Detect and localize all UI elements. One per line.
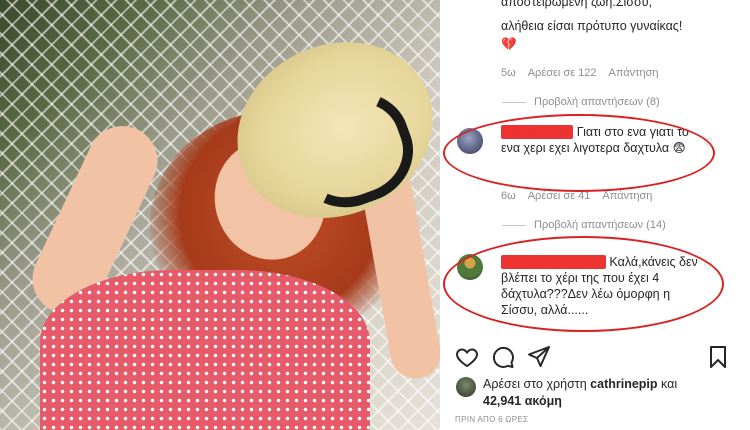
top-comment-meta: 5ω Αρέσει σε 122 Απάντηση	[501, 67, 659, 79]
replies-divider	[502, 101, 526, 103]
view-replies-label: Προβολή απαντήσεων (14)	[534, 219, 666, 231]
action-bar	[455, 345, 730, 373]
likes-summary: Αρέσει στο χρήστη cathrinepip και 42,941…	[483, 376, 723, 410]
comment-likes[interactable]: Αρέσει σε 122	[528, 67, 597, 79]
top-comment-line1: αποστειρωμένη ζωή.Σίσσυ,	[501, 0, 653, 9]
top-comment-line2: αλήθεια είσαι πρότυπο γυναίκας!	[501, 19, 683, 33]
heart-icon[interactable]	[455, 345, 479, 369]
top-comment-text: αποστειρωμένη ζωή.Σίσσυ, αλήθεια είσαι π…	[501, 0, 706, 52]
comment-age: 5ω	[501, 67, 516, 79]
likes-count[interactable]: 42,941 ακόμη	[483, 394, 562, 408]
reply-button[interactable]: Απάντηση	[609, 67, 659, 79]
post-timestamp: ΠΡΙΝ ΑΠΟ 6 ΩΡΕΣ	[455, 415, 529, 424]
view-replies-label: Προβολή απαντήσεων (8)	[534, 96, 660, 108]
likes-suffix: και	[661, 377, 678, 391]
broken-heart-emoji: 💔	[501, 37, 517, 51]
share-icon[interactable]	[527, 345, 551, 369]
reply-button[interactable]: Απάντηση	[602, 190, 652, 202]
liker-avatar[interactable]	[456, 377, 476, 397]
likes-prefix: Αρέσει στο χρήστη	[483, 377, 587, 391]
red-highlight-oval	[443, 236, 724, 332]
liker-username[interactable]: cathrinepip	[590, 377, 657, 391]
bookmark-icon[interactable]	[706, 345, 730, 369]
view-replies-1[interactable]: Προβολή απαντήσεων (8)	[502, 96, 660, 108]
post-photo[interactable]	[0, 0, 440, 430]
replies-divider	[502, 224, 526, 226]
pink-dress	[40, 270, 370, 430]
comment-age: 6ω	[501, 190, 516, 202]
red-highlight-oval	[443, 114, 715, 192]
view-replies-2[interactable]: Προβολή απαντήσεων (14)	[502, 219, 666, 231]
comment-icon[interactable]	[491, 345, 515, 369]
